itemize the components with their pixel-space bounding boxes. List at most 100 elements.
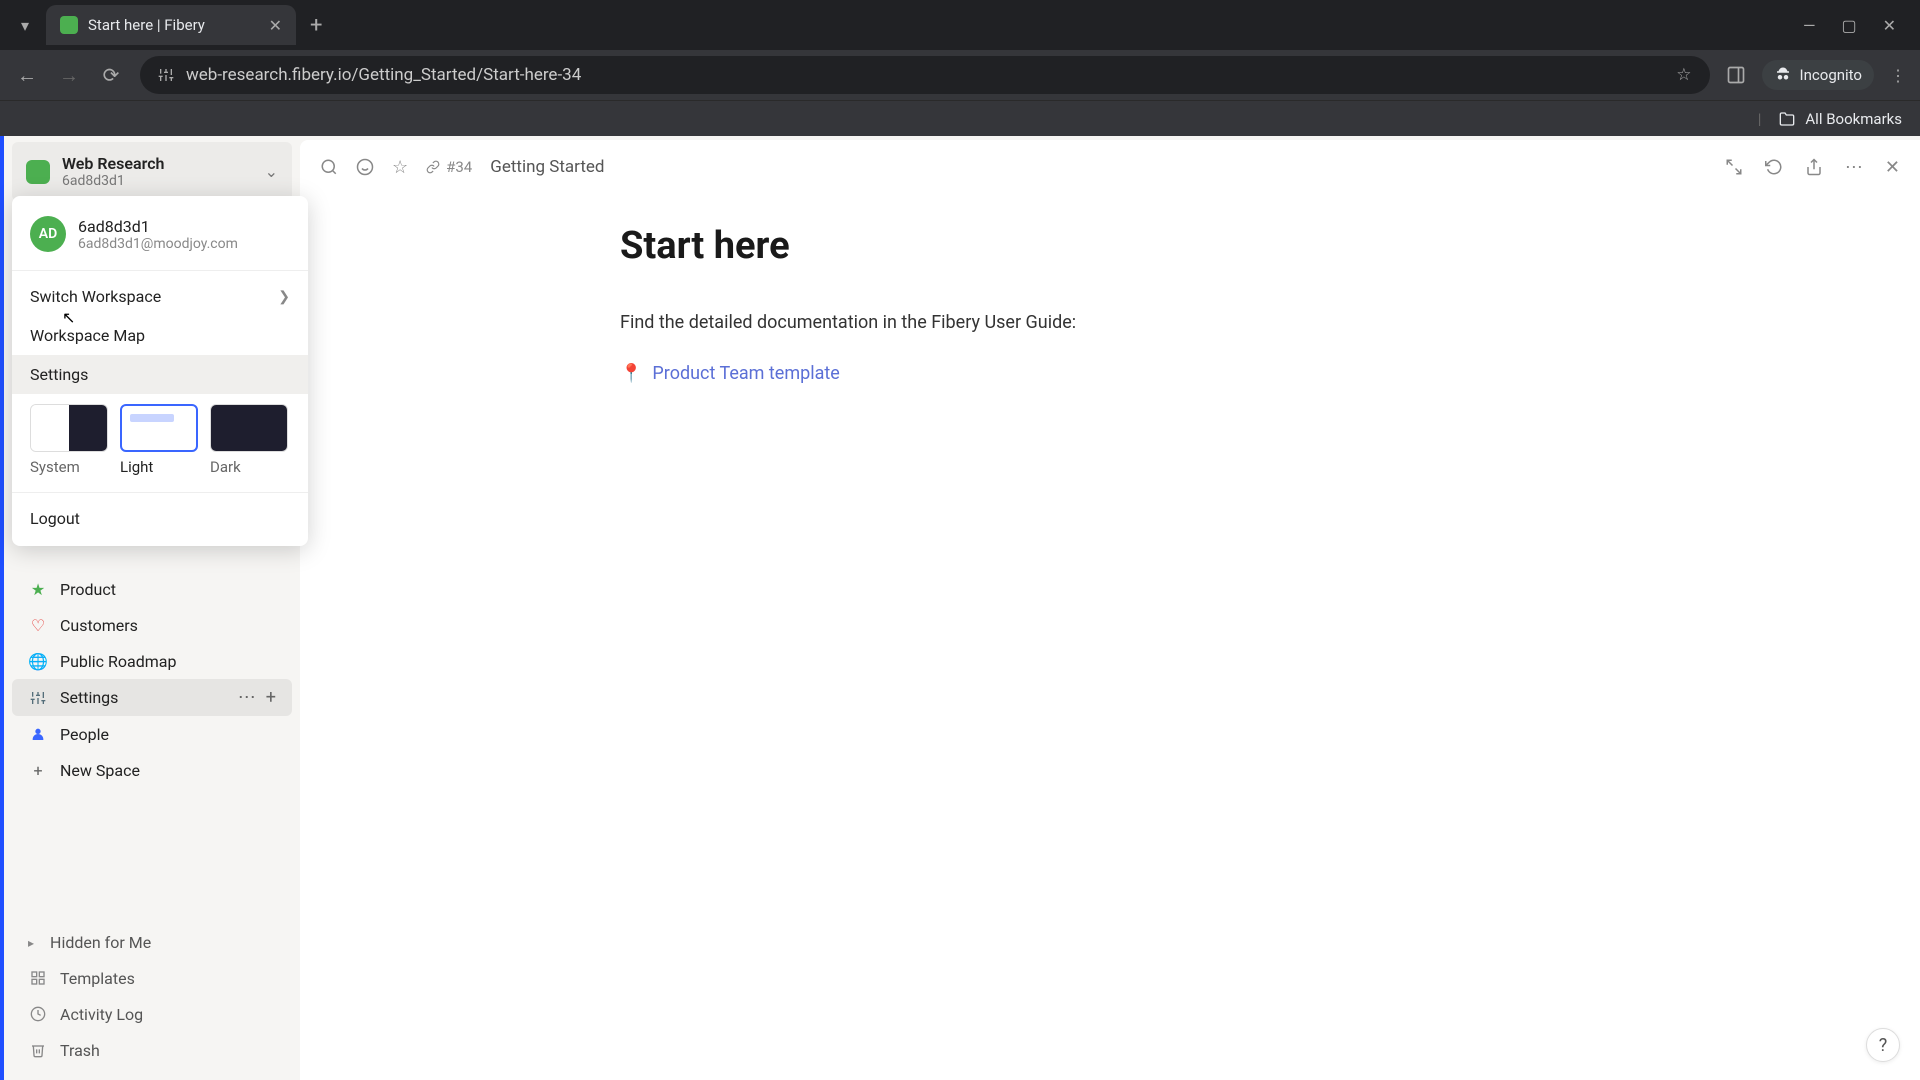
people-icon <box>28 724 48 744</box>
page-content: Start here Find the detailed documentati… <box>300 194 1920 384</box>
sidebar-item-label: Settings <box>60 688 118 707</box>
reload-button[interactable]: ⟳ <box>98 63 124 87</box>
theme-system-label: System <box>30 458 108 476</box>
sidebar-item-templates[interactable]: Templates <box>12 960 292 996</box>
emoji-icon[interactable] <box>356 158 374 176</box>
incognito-badge[interactable]: Incognito <box>1762 60 1874 90</box>
sidebar-item-label: People <box>60 725 109 744</box>
sidebar-item-customers[interactable]: ♡ Customers <box>12 607 292 643</box>
theme-light-label: Light <box>120 458 198 476</box>
sidebar-item-new-space[interactable]: + New Space <box>12 752 292 788</box>
plus-icon: + <box>28 760 48 780</box>
workspace-map-label: Workspace Map <box>30 326 145 345</box>
workspace-map-item[interactable]: Workspace Map <box>12 316 308 355</box>
sidebar-item-label: Product <box>60 580 116 599</box>
sidebar-item-label: Public Roadmap <box>60 652 176 671</box>
chevron-down-icon: ⌄ <box>265 162 278 181</box>
settings-label: Settings <box>30 365 88 384</box>
minimize-icon[interactable]: — <box>1803 16 1816 35</box>
sidebar-item-product[interactable]: ★ Product <box>12 571 292 607</box>
workspace-dropdown: AD 6ad8d3d1 6ad8d3d1@moodjoy.com Switch … <box>12 196 308 546</box>
theme-picker: System Light Dark <box>12 394 308 486</box>
folder-icon <box>1779 111 1795 127</box>
user-name: 6ad8d3d1 <box>78 217 238 236</box>
sidebar-item-label: Activity Log <box>60 1005 143 1024</box>
address-url: web-research.fibery.io/Getting_Started/S… <box>186 65 581 85</box>
page-title: Start here <box>620 224 1920 268</box>
caret-right-icon: ▸ <box>28 936 34 950</box>
close-window-icon[interactable]: ✕ <box>1883 16 1896 35</box>
logout-item[interactable]: Logout <box>12 499 308 538</box>
entity-id-text: #34 <box>446 158 472 176</box>
clock-icon <box>28 1004 48 1024</box>
workspace-logo <box>26 160 50 184</box>
tab-close-icon[interactable]: ✕ <box>269 16 282 35</box>
expand-icon[interactable] <box>1725 158 1743 176</box>
sliders-icon <box>28 688 48 708</box>
theme-dark[interactable]: Dark <box>210 404 288 476</box>
sidebar-item-trash[interactable]: Trash <box>12 1032 292 1068</box>
link-row: 📍 Product Team template <box>620 363 1920 384</box>
bookmark-star-icon[interactable]: ☆ <box>1676 65 1691 85</box>
forward-button[interactable]: → <box>56 63 82 88</box>
maximize-icon[interactable]: ▢ <box>1841 16 1856 35</box>
address-bar[interactable]: web-research.fibery.io/Getting_Started/S… <box>140 56 1710 94</box>
settings-item[interactable]: Settings <box>12 355 308 394</box>
workspace-switcher[interactable]: Web Research 6ad8d3d1 ⌄ <box>12 142 292 201</box>
globe-icon: 🌐 <box>28 651 48 671</box>
sidebar-spaces: ★ Product ♡ Customers 🌐 Public Roadmap S… <box>4 571 300 788</box>
help-button[interactable]: ? <box>1866 1028 1900 1062</box>
dropdown-user-row[interactable]: AD 6ad8d3d1 6ad8d3d1@moodjoy.com <box>12 208 308 264</box>
back-button[interactable]: ← <box>14 63 40 88</box>
side-panel-icon[interactable] <box>1726 65 1746 85</box>
sidebar-item-settings[interactable]: Settings ⋯ + <box>12 679 292 716</box>
body-text: Find the detailed documentation in the F… <box>620 312 1920 333</box>
grid-icon <box>28 968 48 988</box>
sidebar-item-label: New Space <box>60 761 140 780</box>
entity-id[interactable]: #34 <box>426 158 472 176</box>
theme-system[interactable]: System <box>30 404 108 476</box>
search-icon[interactable] <box>320 158 338 176</box>
new-tab-button[interactable]: + <box>310 13 322 38</box>
trash-icon <box>28 1040 48 1060</box>
sidebar-item-public-roadmap[interactable]: 🌐 Public Roadmap <box>12 643 292 679</box>
link-icon <box>426 160 440 174</box>
switch-workspace-item[interactable]: Switch Workspace ❯ <box>12 277 308 316</box>
more-horizontal-icon[interactable]: ⋯ <box>1845 157 1863 178</box>
switch-workspace-label: Switch Workspace <box>30 287 161 306</box>
window-controls: — ▢ ✕ <box>1803 16 1910 35</box>
browser-tab-strip: ▾ Start here | Fibery ✕ + — ▢ ✕ <box>0 0 1920 50</box>
browser-tab[interactable]: Start here | Fibery ✕ <box>46 5 296 45</box>
close-panel-icon[interactable]: ✕ <box>1885 157 1900 178</box>
sidebar-item-label: Hidden for Me <box>50 933 151 952</box>
incognito-label: Incognito <box>1800 66 1862 84</box>
sidebar-item-activity-log[interactable]: Activity Log <box>12 996 292 1032</box>
sidebar-item-label: Trash <box>60 1041 100 1060</box>
all-bookmarks-button[interactable]: All Bookmarks <box>1805 110 1902 128</box>
user-email: 6ad8d3d1@moodjoy.com <box>78 236 238 252</box>
template-link[interactable]: Product Team template <box>652 363 839 384</box>
main-panel: ☆ #34 Getting Started ⋯ ✕ <box>300 140 1920 1080</box>
workspace-id: 6ad8d3d1 <box>62 173 253 189</box>
breadcrumb[interactable]: Getting Started <box>490 157 604 177</box>
heart-icon: ♡ <box>28 615 48 635</box>
sidebar-item-people[interactable]: People <box>12 716 292 752</box>
tab-favicon <box>60 16 78 34</box>
history-icon[interactable] <box>1765 158 1783 176</box>
sidebar: Web Research 6ad8d3d1 ⌄ AD 6ad8d3d1 6ad8… <box>0 136 300 1080</box>
browser-menu-icon[interactable]: ⋮ <box>1890 66 1906 85</box>
sidebar-item-hidden[interactable]: ▸ Hidden for Me <box>12 925 292 960</box>
tab-search-button[interactable]: ▾ <box>10 10 40 40</box>
theme-dark-label: Dark <box>210 458 288 476</box>
tab-title: Start here | Fibery <box>88 16 259 34</box>
more-icon[interactable]: ⋯ <box>238 687 256 708</box>
avatar: AD <box>30 216 66 252</box>
sidebar-item-label: Customers <box>60 616 138 635</box>
theme-light[interactable]: Light <box>120 404 198 476</box>
star-icon: ★ <box>28 579 48 599</box>
site-info-icon[interactable] <box>158 67 174 83</box>
share-icon[interactable] <box>1805 158 1823 176</box>
add-icon[interactable]: + <box>266 687 276 708</box>
app-root: Web Research 6ad8d3d1 ⌄ AD 6ad8d3d1 6ad8… <box>0 136 1920 1080</box>
star-outline-icon[interactable]: ☆ <box>392 157 408 178</box>
